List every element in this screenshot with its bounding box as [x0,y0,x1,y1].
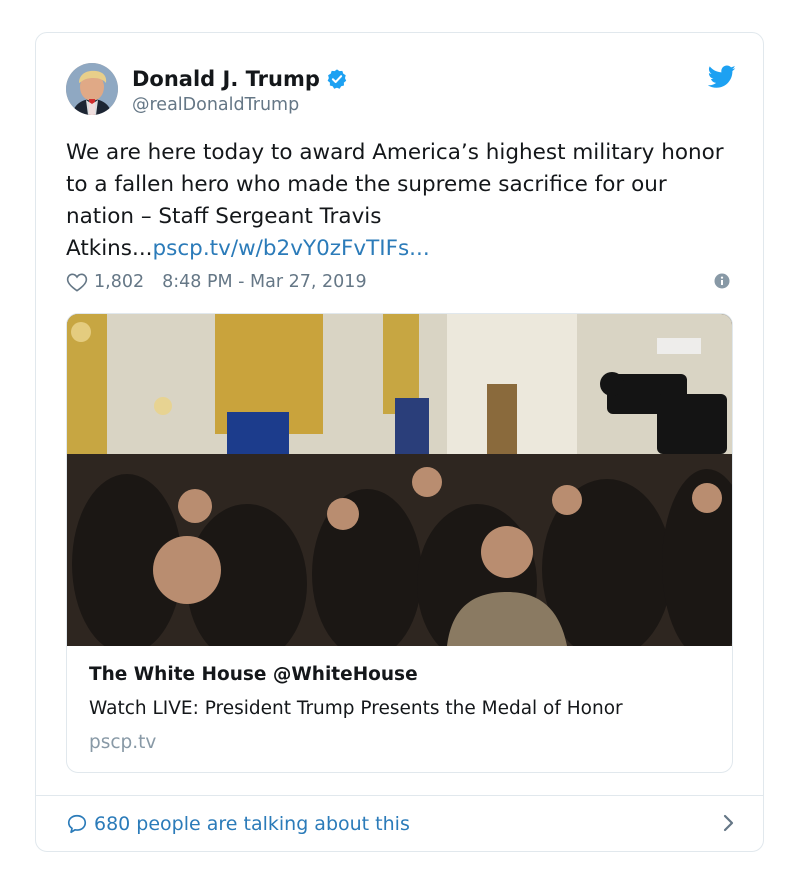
verified-badge-icon [327,69,347,89]
tweet-header: Donald J. Trump @realDonaldTrump [66,63,736,119]
tweet-text: We are here today to award America’s hig… [66,137,736,265]
card-domain: pscp.tv [89,732,157,753]
preview-image[interactable] [67,314,732,646]
avatar-image [66,63,118,115]
card-description: Watch LIVE: President Trump Presents the… [89,698,623,719]
card-title: The White House @WhiteHouse [89,664,418,685]
conversation-count-label: 680 people are talking about this [94,813,410,835]
author-name[interactable]: Donald J. Trump [132,67,348,91]
author-name-text: Donald J. Trump [132,67,320,91]
footer-divider [36,795,763,796]
avatar[interactable] [66,63,118,115]
link-preview-card[interactable]: The White House @WhiteHouse Watch LIVE: … [66,313,733,773]
tweet-link[interactable]: pscp.tv/w/b2vY0zFvTIFs... [153,236,430,261]
chevron-right-icon[interactable] [722,813,736,833]
info-icon[interactable] [714,273,730,289]
author-handle[interactable]: @realDonaldTrump [132,95,299,115]
tweet-timestamp[interactable]: 8:48 PM - Mar 27, 2019 [162,272,366,292]
heart-icon[interactable] [66,272,88,292]
tweet-card: Donald J. Trump @realDonaldTrump We are … [35,32,764,852]
twitter-bird-icon[interactable] [708,65,736,89]
preview-photo [67,314,732,646]
conversation-link[interactable]: 680 people are talking about this [66,809,736,839]
tweet-meta: 1,802 8:48 PM - Mar 27, 2019 [66,269,736,295]
reply-bubble-icon [67,814,87,834]
like-count[interactable]: 1,802 [94,272,144,292]
